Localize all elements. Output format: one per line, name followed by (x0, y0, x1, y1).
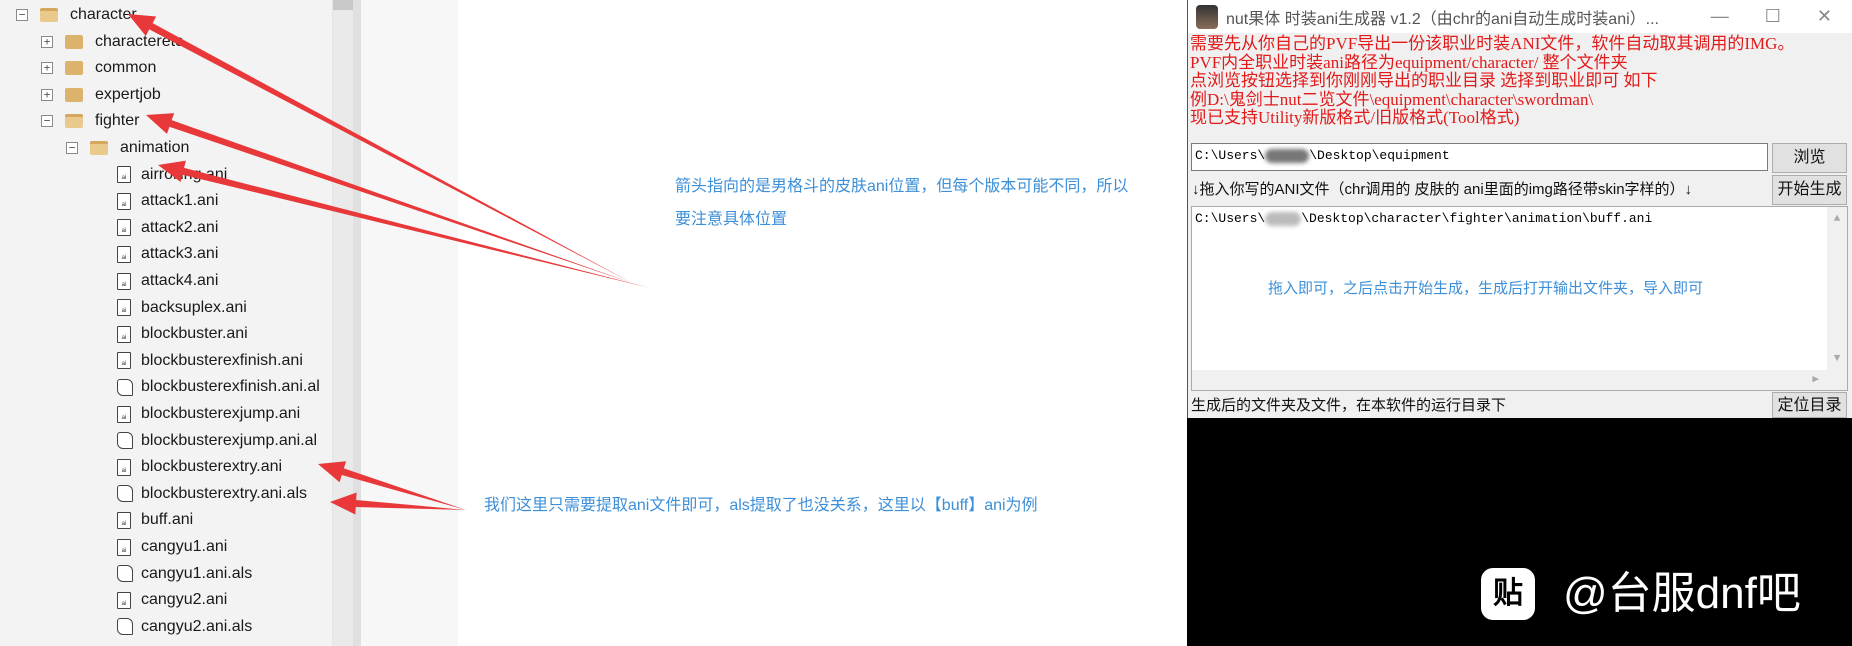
instruction-line: 现已支持Utility新版格式/旧版格式(Tool格式) (1190, 108, 1520, 127)
maximize-icon[interactable]: ☐ (1765, 6, 1781, 27)
tieba-logo: 贴 (1481, 568, 1535, 620)
window-title: nut果体 时装ani生成器 v1.2（由chr的ani自动生成时装ani）..… (1226, 10, 1659, 28)
app-icon (1196, 4, 1218, 29)
watermark-text: @台服dnf吧 (1563, 569, 1801, 618)
hint-text: 拖入即可，之后点击开始生成，生成后打开输出文件夹，导入即可 (1268, 280, 1704, 297)
title-bar: nut果体 时装ani生成器 v1.2（由chr的ani自动生成时装ani）..… (1188, 0, 1852, 33)
annotation-arrow (158, 160, 650, 288)
annotation-arrows (128, 14, 650, 515)
drag-label: ↓拖入你写的ANI文件（chr调用的 皮肤的 ani里面的img路径带skin字… (1192, 181, 1693, 198)
ani-file-textarea[interactable]: C:\Users\ \Desktop\character\fighter\anim… (1191, 206, 1848, 391)
close-icon[interactable]: ✕ (1817, 6, 1832, 27)
textarea-vscrollbar[interactable]: ▲ ▼ (1827, 207, 1847, 371)
instruction-line: PVF内全职业时装ani路径为equipment/character/ 整个文件… (1190, 52, 1628, 72)
redacted-username (1265, 148, 1310, 163)
app-window: nut果体 时装ani生成器 v1.2（由chr的ani自动生成时装ani）..… (1187, 0, 1852, 418)
instructions: 需要先从你自己的PVF导出一份该职业时装ANI文件，软件自动取其调用的IMG。 … (1188, 33, 1852, 141)
instruction-line: 需要先从你自己的PVF导出一份该职业时装ANI文件，软件自动取其调用的IMG。 (1190, 34, 1795, 53)
status-text: 生成后的文件夹及文件，在本软件的运行目录下 (1191, 397, 1507, 414)
annotation-arrow (146, 113, 632, 283)
locate-folder-button[interactable]: 定位目录 (1772, 392, 1847, 418)
browse-button[interactable]: 浏览 (1772, 143, 1847, 173)
textarea-hscrollbar[interactable]: ▶ (1192, 370, 1847, 390)
path-input[interactable]: C:\Users\ \Desktop\equipment (1191, 143, 1768, 171)
minimize-icon[interactable]: — (1711, 6, 1729, 27)
start-button[interactable]: 开始生成 (1772, 175, 1847, 205)
instruction-line: 例D:\鬼剑士nut二览文件\equipment\character\sword… (1190, 89, 1594, 109)
annotation-arrow (128, 14, 632, 283)
instruction-line: 点浏览按钮选择到你刚刚导出的职业目录 选择到职业即可 如下 (1190, 71, 1658, 90)
